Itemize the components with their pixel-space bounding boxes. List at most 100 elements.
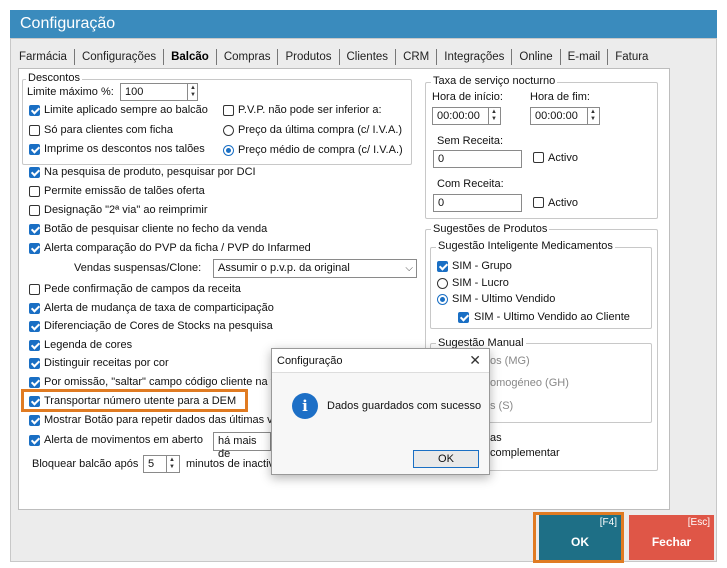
tab-farmacia[interactable]: Farmácia bbox=[12, 49, 75, 65]
chevron-down-icon: ⌵ bbox=[405, 263, 413, 274]
limite-value: 100 bbox=[125, 86, 144, 98]
sem-receita-activo-label: Activo bbox=[548, 152, 578, 164]
hora-inicio-spinner[interactable]: ▲ ▼ bbox=[488, 108, 499, 124]
botao-pesquisar-label: Botão de pesquisar cliente no fecho da v… bbox=[44, 223, 268, 235]
pvp-inferior-checkbox[interactable] bbox=[223, 105, 234, 116]
designacao-checkbox[interactable] bbox=[29, 205, 40, 216]
mostrar-botao-label: Mostrar Botão para repetir dados das últ… bbox=[44, 414, 273, 426]
vendas-suspensas-select[interactable]: Assumir o p.v.p. da original ⌵ bbox=[213, 259, 417, 278]
alerta-taxa-checkbox[interactable] bbox=[29, 303, 40, 314]
legenda-label: Legenda de cores bbox=[44, 339, 133, 351]
limite-sempre-label: Limite aplicado sempre ao balcão bbox=[44, 104, 208, 116]
imprime-checkbox[interactable] bbox=[29, 144, 40, 155]
fechar-button[interactable]: [Esc] Fechar bbox=[629, 515, 714, 560]
designacao-label: Designação "2ª via" ao reimprimir bbox=[44, 204, 208, 216]
sim-lucro-radio[interactable] bbox=[437, 278, 448, 289]
permite-emissao-label: Permite emissão de talões oferta bbox=[44, 185, 205, 197]
alerta-pvp-label: Alerta comparação do PVP da ficha / PVP … bbox=[44, 242, 311, 254]
descontos-group-label: Descontos bbox=[26, 72, 82, 84]
sem-receita-input[interactable]: 0 bbox=[433, 150, 522, 168]
dialog-ok-button[interactable]: OK bbox=[413, 450, 479, 468]
close-icon[interactable]: ✕ bbox=[469, 352, 481, 369]
legenda-checkbox[interactable] bbox=[29, 340, 40, 351]
tab-produtos[interactable]: Produtos bbox=[278, 49, 340, 65]
com-receita-activo-checkbox[interactable] bbox=[533, 197, 544, 208]
so-clientes-checkbox[interactable] bbox=[29, 125, 40, 136]
tab-integracoes[interactable]: Integrações bbox=[437, 49, 513, 65]
tab-fatura[interactable]: Fatura bbox=[608, 49, 655, 65]
diferenciacao-checkbox[interactable] bbox=[29, 321, 40, 332]
limite-sempre-checkbox[interactable] bbox=[29, 105, 40, 116]
pede-confirmacao-checkbox[interactable] bbox=[29, 284, 40, 295]
fechar-hotkey: [Esc] bbox=[687, 517, 710, 528]
extra-label-1: as bbox=[490, 432, 502, 444]
com-receita-label: Com Receita: bbox=[437, 178, 504, 190]
inteligente-group-label: Sugestão Inteligente Medicamentos bbox=[436, 240, 615, 252]
dialog-message: Dados guardados com sucesso bbox=[327, 400, 482, 412]
alerta-pvp-checkbox[interactable] bbox=[29, 243, 40, 254]
dialog-title: Configuração bbox=[272, 349, 489, 373]
manual-option-3: s (S) bbox=[490, 400, 514, 412]
por-omissao-label: Por omissão, "saltar" campo código clien… bbox=[44, 376, 277, 388]
alerta-movimentos-checkbox[interactable] bbox=[29, 435, 40, 446]
alerta-movimentos-select[interactable]: há mais de bbox=[213, 432, 271, 460]
fechar-label: Fechar bbox=[651, 535, 692, 549]
alerta-taxa-label: Alerta de mudança de taxa de comparticip… bbox=[44, 302, 274, 314]
manual-option-2: omogéneo (GH) bbox=[490, 377, 569, 389]
por-omissao-checkbox[interactable] bbox=[29, 377, 40, 388]
bloquear-label: Bloquear balcão após bbox=[32, 458, 139, 470]
sem-receita-label: Sem Receita: bbox=[437, 135, 504, 147]
pede-confirmacao-label: Pede confirmação de campos da receita bbox=[44, 283, 241, 295]
tab-clientes[interactable]: Clientes bbox=[340, 49, 397, 65]
window-title: Configuração bbox=[10, 10, 717, 38]
extra-label-2: complementar bbox=[490, 447, 560, 459]
bloquear-spinner[interactable]: ▲ ▼ bbox=[166, 456, 177, 472]
transportar-highlight bbox=[21, 389, 248, 412]
sugestoes-group-label: Sugestões de Produtos bbox=[431, 223, 550, 235]
preco-medio-label: Preço médio de compra (c/ I.V.A.) bbox=[238, 144, 403, 156]
tab-compras[interactable]: Compras bbox=[217, 49, 279, 65]
sem-receita-value: 0 bbox=[438, 153, 445, 165]
sim-grupo-checkbox[interactable] bbox=[437, 261, 448, 272]
ok-highlight bbox=[533, 512, 624, 563]
hora-inicio-label: Hora de início: bbox=[432, 91, 503, 103]
message-dialog: Configuração ✕ i Dados guardados com suc… bbox=[271, 348, 490, 475]
sem-receita-activo-checkbox[interactable] bbox=[533, 152, 544, 163]
hora-inicio-value: 00:00:00 bbox=[437, 110, 480, 122]
imprime-label: Imprime os descontos nos talões bbox=[44, 143, 205, 155]
alerta-movimentos-label: Alerta de movimentos em aberto bbox=[44, 434, 203, 446]
sim-ultimo-label: SIM - Ultimo Vendido bbox=[452, 293, 556, 305]
com-receita-activo-label: Activo bbox=[548, 197, 578, 209]
bloquear-value: 5 bbox=[148, 458, 155, 470]
mostrar-botao-checkbox[interactable] bbox=[29, 415, 40, 426]
tab-online[interactable]: Online bbox=[512, 49, 561, 65]
sim-ultimo-cliente-checkbox[interactable] bbox=[458, 312, 469, 323]
tab-configuracoes[interactable]: Configurações bbox=[75, 49, 165, 65]
sim-ultimo-cliente-label: SIM - Ultimo Vendido ao Cliente bbox=[474, 311, 630, 323]
sim-ultimo-radio[interactable] bbox=[437, 294, 448, 305]
tab-email[interactable]: E-mail bbox=[561, 49, 609, 65]
tab-crm[interactable]: CRM bbox=[396, 49, 438, 65]
com-receita-input[interactable]: 0 bbox=[433, 194, 522, 212]
taxa-group-label: Taxa de serviço nocturno bbox=[431, 75, 558, 87]
distinguir-label: Distinguir receitas por cor bbox=[44, 357, 169, 369]
tab-bar: Farmácia Configurações Balcão Compras Pr… bbox=[12, 46, 655, 68]
hora-fim-label: Hora de fim: bbox=[530, 91, 590, 103]
limite-spinner[interactable]: ▲ ▼ bbox=[187, 84, 198, 100]
botao-pesquisar-checkbox[interactable] bbox=[29, 224, 40, 235]
sim-grupo-label: SIM - Grupo bbox=[452, 260, 512, 272]
preco-ultima-radio[interactable] bbox=[223, 125, 234, 136]
dci-checkbox[interactable] bbox=[29, 167, 40, 178]
tab-balcao[interactable]: Balcão bbox=[164, 49, 217, 65]
permite-emissao-checkbox[interactable] bbox=[29, 186, 40, 197]
vendas-suspensas-value: Assumir o p.v.p. da original bbox=[218, 262, 350, 274]
hora-fim-spinner[interactable]: ▲ ▼ bbox=[587, 108, 598, 124]
manual-option-1: os (MG) bbox=[490, 355, 530, 367]
com-receita-value: 0 bbox=[438, 197, 445, 209]
preco-medio-radio[interactable] bbox=[223, 145, 234, 156]
distinguir-checkbox[interactable] bbox=[29, 358, 40, 369]
vendas-suspensas-label: Vendas suspensas/Clone: bbox=[74, 262, 202, 274]
bloquear-suffix: minutos de inactiv bbox=[186, 458, 275, 470]
hora-fim-value: 00:00:00 bbox=[535, 110, 578, 122]
preco-ultima-label: Preço da última compra (c/ I.V.A.) bbox=[238, 124, 403, 136]
